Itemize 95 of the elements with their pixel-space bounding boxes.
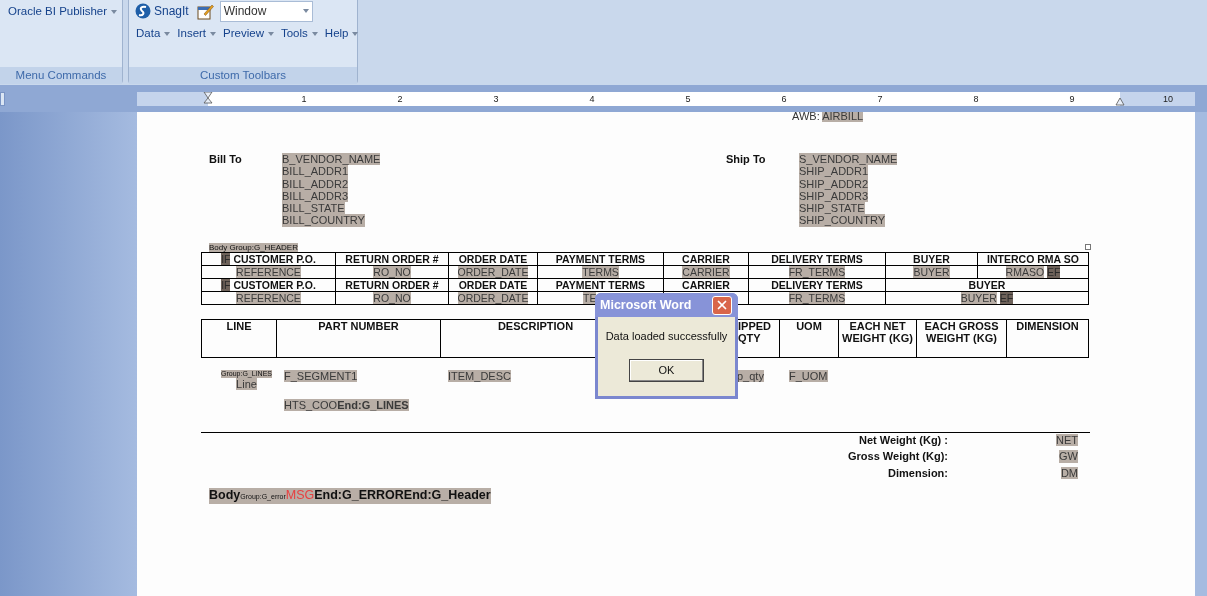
- table-header-cell: CARRIER: [663, 278, 749, 292]
- table-cell: FR_TERMS: [748, 265, 886, 279]
- total-label: Dimension:: [888, 466, 948, 480]
- ruler-number: 2: [397, 93, 403, 106]
- table-cell: RO_NO: [335, 265, 449, 279]
- table-header-cell: CARRIER: [663, 252, 749, 266]
- group-tag: Body Group:G_HEADER: [209, 242, 298, 252]
- address-label: Ship To: [726, 153, 767, 167]
- table-cell: RO_NO: [335, 291, 449, 305]
- caret-icon: [267, 31, 274, 36]
- indent-marker-icon[interactable]: [203, 92, 213, 106]
- address-field: BILL_STATE: [282, 202, 345, 215]
- menu-item[interactable]: Preview: [223, 25, 274, 43]
- table-cell: ORDER_DATE: [448, 265, 538, 279]
- caret-icon: [111, 9, 118, 14]
- dialog-message: Data loaded successfully: [604, 329, 729, 344]
- close-button[interactable]: [712, 295, 732, 315]
- ruler-number: 3: [493, 93, 499, 106]
- column-header: EACH NET WEIGHT (KG): [842, 319, 913, 345]
- menu-item[interactable]: Insert: [177, 25, 217, 43]
- snagit-icon: [135, 3, 151, 19]
- table-cell: BUYER EF: [885, 291, 1089, 305]
- address-field: SHIP_ADDR1: [799, 165, 869, 178]
- table-cell: REFERENCE: [201, 265, 336, 279]
- table-header-cell: ORDER DATE: [448, 278, 538, 292]
- description-field: ITEM_DESC: [448, 369, 511, 382]
- address-field: B_VENDOR_NAME: [282, 153, 381, 166]
- menu-button[interactable]: Oracle BI Publisher: [8, 3, 118, 21]
- table-cell: CARRIER: [663, 265, 749, 279]
- ruler-number: 7: [877, 93, 883, 106]
- table-header-cell: RETURN ORDER #: [335, 278, 449, 292]
- table-header-cell: BUYER: [885, 252, 978, 266]
- table-cell: FR_TERMS: [748, 291, 886, 305]
- view-ruler-button[interactable]: [0, 92, 5, 106]
- table-header-cell: PAYMENT TERMS: [537, 278, 664, 292]
- total-value: DM: [1060, 466, 1078, 480]
- column-header: UOM: [796, 319, 822, 332]
- table-header-cell: ORDER DATE: [448, 252, 538, 266]
- column-header: PART NUMBER: [318, 319, 399, 332]
- caret-icon: [302, 9, 309, 13]
- qty-field: p_qty: [737, 369, 764, 382]
- column-header: LINE: [226, 319, 252, 332]
- segment-field: F_SEGMENT1: [284, 369, 358, 382]
- table-header-cell: DELIVERY TERMS: [748, 278, 886, 292]
- ruler-number: 1: [301, 93, 307, 106]
- ruler-number: 10: [1163, 93, 1173, 106]
- table-cell: RMASO EF: [977, 265, 1089, 279]
- address-label: Bill To: [209, 153, 243, 167]
- table-cell: ORDER_DATE: [448, 291, 538, 305]
- menu-item[interactable]: Help: [324, 25, 359, 43]
- group-title: Menu Commands: [0, 67, 122, 84]
- ok-button[interactable]: OK: [629, 358, 704, 382]
- caret-icon: [311, 31, 318, 36]
- table-header-cell: BUYER: [885, 278, 1089, 292]
- caret-icon: [164, 31, 171, 36]
- ruler-number: 4: [589, 93, 595, 106]
- address-field: S_VENDOR_NAME: [799, 153, 898, 166]
- table-header-cell: INTERCO RMA SO: [977, 252, 1089, 266]
- ruler-number: 6: [781, 93, 787, 106]
- table-header-cell: PAYMENT TERMS: [537, 252, 664, 266]
- indent-marker-icon[interactable]: [1115, 98, 1125, 106]
- address-field: BILL_ADDR1: [282, 165, 349, 178]
- address-field: BILL_COUNTRY: [282, 214, 365, 227]
- uom-field: F_UOM: [789, 369, 828, 382]
- menu-item[interactable]: Data: [136, 25, 171, 43]
- table-cell: BUYER: [885, 265, 978, 279]
- table-cell: TERMS: [537, 265, 664, 279]
- total-value: GW: [1059, 450, 1078, 463]
- column-header: DIMENSION: [1016, 319, 1079, 332]
- hts-field: HTS_COOEnd:G_LINES: [284, 398, 409, 411]
- address-field: SHIP_STATE: [799, 202, 865, 215]
- caret-icon: [210, 31, 217, 36]
- column-header: DESCRIPTION: [497, 319, 574, 332]
- table-header-cell: RETURN ORDER #: [335, 252, 449, 266]
- group-title: Custom Toolbars: [129, 67, 357, 84]
- total-label: Net Weight (Kg) :: [859, 433, 948, 447]
- snagit-button[interactable]: SnagIt: [135, 2, 189, 20]
- caret-icon: [352, 31, 359, 36]
- ruler-number: 8: [973, 93, 979, 106]
- ruler-number: 5: [685, 93, 691, 106]
- close-icon: [715, 298, 729, 312]
- table-cell: REFERENCE: [201, 291, 336, 305]
- menu-item[interactable]: Tools: [280, 25, 318, 43]
- total-label: Gross Weight (Kg):: [848, 450, 948, 463]
- ruler-number: 9: [1069, 93, 1075, 106]
- table-handle-icon[interactable]: [1085, 243, 1091, 250]
- address-field: SHIP_COUNTRY: [799, 214, 885, 227]
- table-header-cell: DELIVERY TERMS: [748, 252, 886, 266]
- table-header-cell: IF CUSTOMER P.O.: [201, 278, 336, 292]
- window-dropdown[interactable]: Window: [219, 0, 313, 22]
- column-header: EACH GROSS WEIGHT (KG): [924, 319, 999, 345]
- notepad-icon[interactable]: [196, 2, 214, 20]
- total-value: NET: [1056, 433, 1078, 447]
- column-header: IPPED QTY: [738, 319, 771, 345]
- table-header-cell: IF CUSTOMER P.O.: [201, 252, 336, 266]
